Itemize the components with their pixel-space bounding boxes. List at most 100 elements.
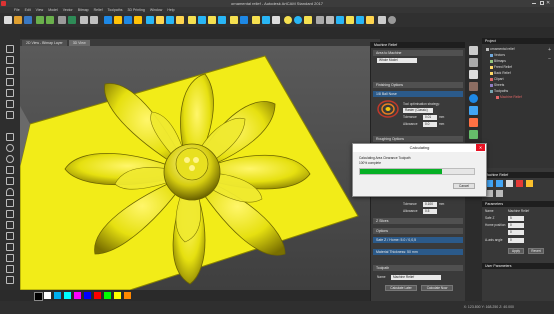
relief-tilt-icon[interactable] <box>176 16 184 24</box>
polygon-icon[interactable] <box>6 166 14 174</box>
relief-model[interactable] <box>20 46 370 290</box>
menu-file[interactable]: File <box>14 8 20 12</box>
remove-item-icon[interactable]: − <box>548 56 551 62</box>
relief-zero-icon[interactable] <box>146 16 154 24</box>
layers-tab-icon[interactable] <box>469 70 478 79</box>
swatch-green[interactable] <box>104 292 111 299</box>
trim-icon[interactable] <box>336 16 344 24</box>
finishing-section-header[interactable]: Finishing Options <box>373 82 463 88</box>
relief-tab-icon[interactable] <box>469 82 478 91</box>
node-edit-icon[interactable] <box>90 16 98 24</box>
bevel-icon[interactable] <box>272 16 280 24</box>
maximize-icon[interactable] <box>540 1 544 5</box>
refresh-icon[interactable] <box>294 16 302 24</box>
tree-item-machine-relief[interactable]: Machine Relief <box>496 95 522 99</box>
options-section-header[interactable]: Options <box>373 228 463 234</box>
text-icon[interactable] <box>326 16 334 24</box>
extrude-icon[interactable] <box>198 16 206 24</box>
save-toolpath-icon[interactable] <box>486 190 493 197</box>
menu-help[interactable]: Help <box>167 8 174 12</box>
offset-icon[interactable] <box>6 243 14 251</box>
drop-icon[interactable] <box>240 16 248 24</box>
tree-item-root[interactable]: ornamental relief <box>486 47 515 51</box>
print-icon[interactable] <box>378 16 386 24</box>
sheet-icon[interactable] <box>346 16 354 24</box>
tree-item-clipart[interactable]: Clipart <box>490 77 504 81</box>
transform-icon[interactable] <box>6 56 14 64</box>
param-home-x-input[interactable]: 0 <box>508 223 524 228</box>
tree-item-toolpaths[interactable]: Toolpaths <box>490 89 508 93</box>
dialog-cancel-button[interactable]: Cancel <box>453 183 475 189</box>
help-tab-icon[interactable] <box>469 94 478 103</box>
swatch-red[interactable] <box>94 292 101 299</box>
move-up-icon[interactable] <box>486 180 493 187</box>
toolpath-icon[interactable] <box>366 16 374 24</box>
array-icon[interactable] <box>6 265 14 273</box>
param-home-y-input[interactable]: 0 <box>508 230 524 235</box>
relief-scale-icon[interactable] <box>166 16 174 24</box>
material-row[interactable]: Material Thickness: 50 mm <box>373 249 463 255</box>
tool-database-icon[interactable] <box>469 58 478 67</box>
roughing-section-header[interactable]: Roughing Options <box>373 136 463 142</box>
swatch-yellow[interactable] <box>114 292 121 299</box>
param-safez-input[interactable]: 5 <box>508 216 524 221</box>
menu-model[interactable]: Model <box>48 8 58 12</box>
tree-item-freed-relief[interactable]: Freed Relief <box>490 65 512 69</box>
spin-icon[interactable] <box>208 16 216 24</box>
tree-item-back-relief[interactable]: Back Relief <box>490 71 511 75</box>
snap-icon[interactable] <box>68 16 76 24</box>
rectangle-icon[interactable] <box>6 133 14 141</box>
node-icon[interactable] <box>6 67 14 75</box>
menu-toolpaths[interactable]: Toolpaths <box>108 8 123 12</box>
star-icon[interactable] <box>6 177 14 185</box>
relief-clipart-icon[interactable] <box>304 16 312 24</box>
clock-icon[interactable] <box>284 16 292 24</box>
relief-merge-icon[interactable] <box>124 16 132 24</box>
texture-icon[interactable] <box>230 16 238 24</box>
menu-relief[interactable]: Relief <box>94 8 103 12</box>
vector-tool-icon[interactable] <box>80 16 88 24</box>
angle-icon[interactable] <box>262 16 270 24</box>
tree-item-bitmaps[interactable]: Bitmaps <box>490 59 506 63</box>
pen-icon[interactable] <box>6 100 14 108</box>
allowance2-input[interactable]: 0.5 <box>423 209 437 214</box>
arc-icon[interactable] <box>6 188 14 196</box>
calculate-later-button[interactable]: Calculate Later <box>385 285 417 291</box>
close-icon[interactable]: ✕ <box>546 0 552 7</box>
swatch-blue[interactable] <box>84 292 91 299</box>
simulate-icon[interactable] <box>526 180 533 187</box>
sculpt-icon[interactable] <box>218 16 226 24</box>
measure-icon[interactable] <box>316 16 324 24</box>
delete-toolpath-icon[interactable] <box>516 180 523 187</box>
3d-viewport[interactable] <box>20 46 370 290</box>
toolpath-section-header[interactable]: Toolpath <box>373 265 463 271</box>
apply-button[interactable]: Apply <box>508 248 524 254</box>
undo-icon[interactable] <box>36 16 44 24</box>
shape-icon[interactable] <box>188 16 196 24</box>
finishing-tool-row[interactable]: 1/8 Ball Nose <box>373 91 463 97</box>
menu-bitmap[interactable]: Bitmap <box>78 8 89 12</box>
save-icon[interactable] <box>24 16 32 24</box>
grid-icon[interactable] <box>58 16 66 24</box>
swatch-cyan-blue[interactable] <box>54 292 61 299</box>
align-icon[interactable] <box>6 276 14 284</box>
edit-toolpath-icon[interactable] <box>506 180 513 187</box>
allowance-input[interactable]: 0.0 <box>423 122 437 127</box>
safe-z-row[interactable]: Safe Z / Home: 5.0 / 0,0,5 <box>373 237 463 243</box>
layers-icon[interactable] <box>356 16 364 24</box>
text-tool-icon[interactable] <box>6 199 14 207</box>
minimize-icon[interactable] <box>532 3 536 4</box>
project-tab-icon[interactable] <box>469 46 478 55</box>
param-name-value[interactable]: Machine Relief <box>508 209 529 213</box>
preview-icon[interactable] <box>496 190 503 197</box>
area-section-header[interactable]: Area to Machine <box>373 50 463 56</box>
toolpath-tab-icon[interactable] <box>469 118 478 127</box>
open-icon[interactable] <box>14 16 22 24</box>
tree-item-sheets[interactable]: Sheets <box>490 83 504 87</box>
z-slices-section-header[interactable]: Z Slices <box>373 218 463 224</box>
pan-icon[interactable] <box>6 78 14 86</box>
tree-item-vectors[interactable]: Vectors <box>490 53 505 57</box>
weave-icon[interactable] <box>252 16 260 24</box>
eraser-icon[interactable] <box>6 111 14 119</box>
revert-button[interactable]: Revert <box>528 248 544 254</box>
